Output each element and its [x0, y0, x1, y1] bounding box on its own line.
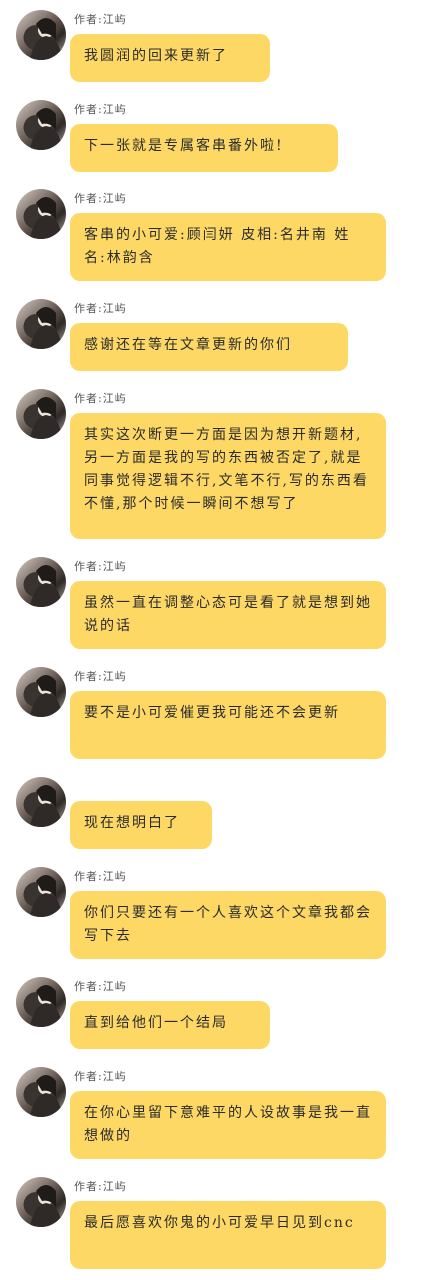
message-bubble: 其实这次断更一方面是因为想开新题材,另一方面是我的写的东西被否定了,就是同事觉得…	[70, 413, 386, 539]
author-avatar[interactable]	[16, 867, 66, 917]
author-avatar[interactable]	[16, 977, 66, 1027]
author-name: 作者:江屿	[74, 13, 127, 26]
author-avatar[interactable]	[16, 389, 66, 439]
author-name: 作者:江屿	[74, 192, 127, 205]
message-bubble: 客串的小可爱:顾闫妍 皮相:名井南 姓名:林韵含	[70, 213, 386, 281]
author-avatar[interactable]	[16, 667, 66, 717]
author-name: 作者:江屿	[74, 560, 127, 573]
message-bubble: 要不是小可爱催更我可能还不会更新	[70, 691, 386, 759]
message-bubble: 虽然一直在调整心态可是看了就是想到她说的话	[70, 581, 386, 649]
author-avatar[interactable]	[16, 10, 66, 60]
message-bubble: 在你心里留下意难平的人设故事是我一直想做的	[70, 1091, 386, 1159]
message-bubble: 最后愿喜欢你鬼的小可爱早日见到cnc	[70, 1201, 386, 1269]
author-avatar[interactable]	[16, 1067, 66, 1117]
author-avatar[interactable]	[16, 557, 66, 607]
author-name: 作者:江屿	[74, 1180, 127, 1193]
message-bubble: 你们只要还有一个人喜欢这个文章我都会写下去	[70, 891, 386, 959]
message-bubble: 直到给他们一个结局	[70, 1001, 270, 1049]
author-avatar[interactable]	[16, 1177, 66, 1227]
author-name: 作者:江屿	[74, 870, 127, 883]
author-name: 作者:江屿	[74, 1070, 127, 1083]
message-bubble: 现在想明白了	[70, 801, 212, 849]
author-name: 作者:江屿	[74, 670, 127, 683]
author-name: 作者:江屿	[74, 980, 127, 993]
author-name: 作者:江屿	[74, 302, 127, 315]
author-avatar[interactable]	[16, 100, 66, 150]
message-bubble: 下一张就是专属客串番外啦!	[70, 124, 338, 172]
author-avatar[interactable]	[16, 189, 66, 239]
message-bubble: 我圆润的回来更新了	[70, 34, 270, 82]
author-name: 作者:江屿	[74, 103, 127, 116]
author-avatar[interactable]	[16, 777, 66, 827]
author-name: 作者:江屿	[74, 392, 127, 405]
message-bubble: 感谢还在等在文章更新的你们	[70, 323, 348, 371]
chat-thread: 作者:江屿 我圆润的回来更新了 作者:江屿 下一张就是专属客串番外啦! 作者:江…	[0, 0, 438, 1280]
author-avatar[interactable]	[16, 299, 66, 349]
